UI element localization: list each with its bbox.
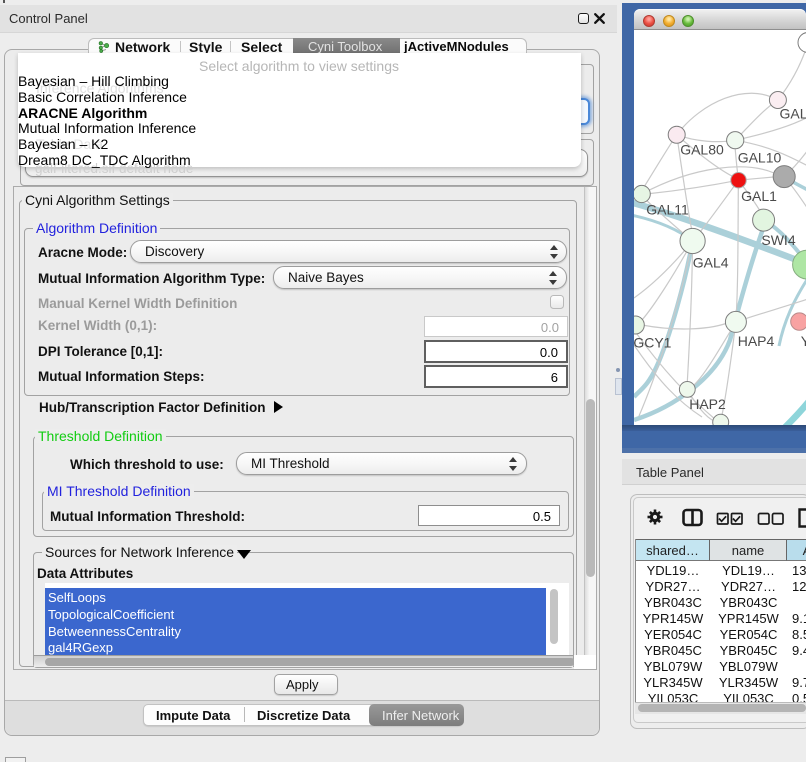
- svg-text:GAL11: GAL11: [646, 202, 689, 218]
- svg-text:GCY1: GCY1: [634, 334, 672, 350]
- svg-text:GAL4: GAL4: [693, 254, 729, 270]
- svg-text:HAP2: HAP2: [689, 396, 726, 412]
- svg-text:GAL2: GAL2: [780, 106, 806, 122]
- svg-text:GAL10: GAL10: [738, 149, 782, 165]
- svg-text:YM: YM: [801, 333, 806, 349]
- svg-text:GAL1: GAL1: [741, 188, 777, 204]
- svg-text:GAL80: GAL80: [680, 142, 724, 158]
- svg-text:SWI4: SWI4: [761, 232, 795, 248]
- svg-text:HAP4: HAP4: [738, 333, 775, 349]
